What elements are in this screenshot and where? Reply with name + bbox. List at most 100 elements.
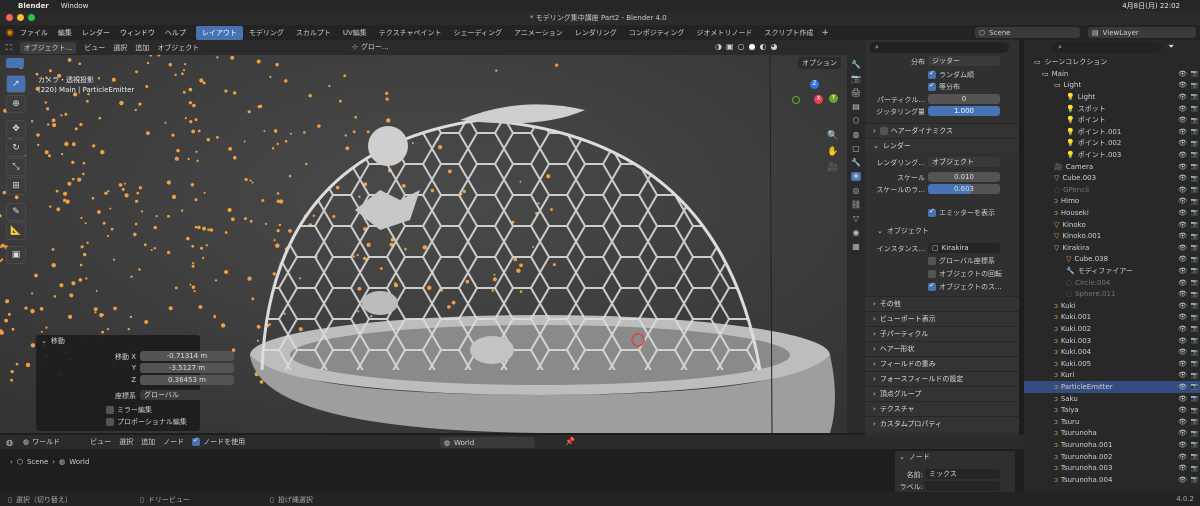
gizmo-neg-y[interactable] [792, 96, 800, 104]
outliner-row[interactable]: ↄ Kuki.005 👁 📷 [1024, 358, 1200, 370]
viewport-menu-add[interactable]: 追加 [135, 43, 149, 53]
editor-type-icon[interactable]: ◍ [6, 438, 13, 447]
even-distribution-option[interactable]: 等分布 [928, 81, 960, 92]
render-camera-icon[interactable]: 📷 [1191, 209, 1198, 216]
rendered-shading-icon[interactable]: ◕ [771, 42, 778, 51]
eye-icon[interactable]: 👁 [1178, 151, 1187, 159]
tab-sculpt[interactable]: スカルプト [290, 26, 337, 40]
outliner-row[interactable]: 💡 スポット 👁 📷 [1024, 103, 1200, 115]
measure-tool[interactable]: 📐 [6, 222, 26, 240]
render-camera-icon[interactable]: 📷 [1191, 453, 1198, 460]
render-camera-icon[interactable]: 📷 [1191, 302, 1198, 309]
eye-icon[interactable]: 👁 [1178, 302, 1187, 310]
eye-icon[interactable]: 👁 [1178, 232, 1187, 240]
eye-icon[interactable]: 👁 [1178, 209, 1187, 217]
outliner-row[interactable]: ↄ Kuki.003 👁 📷 [1024, 335, 1200, 347]
zoom-window-button[interactable] [28, 14, 35, 21]
eye-icon[interactable]: 👁 [1178, 139, 1187, 147]
outliner-row[interactable]: ◌ Sphere.011 👁 📷 [1024, 288, 1200, 300]
mirror-checkbox[interactable] [106, 406, 114, 414]
render-camera-icon[interactable]: 📷 [1191, 407, 1198, 414]
solid-shading-icon[interactable]: ● [749, 42, 756, 51]
viewport-menu-view[interactable]: ビュー [84, 43, 105, 53]
node-menu-view[interactable]: ビュー [90, 437, 111, 447]
object-scale-option[interactable]: オブジェクトのス... [928, 281, 1002, 292]
render-camera-icon[interactable]: 📷 [1191, 117, 1198, 124]
render-camera-icon[interactable]: 📷 [1191, 325, 1198, 332]
render-camera-icon[interactable]: 📷 [1191, 198, 1198, 205]
eye-icon[interactable]: 👁 [1178, 244, 1187, 252]
outliner-row[interactable]: ↄ Houseki 👁 📷 [1024, 207, 1200, 219]
scene-selector[interactable]: ⬡ Scene [975, 27, 1080, 38]
eye-icon[interactable]: 👁 [1178, 255, 1187, 263]
editor-type-icon[interactable]: ⛶ [6, 43, 12, 53]
world-tab-icon[interactable]: ◍ [853, 130, 860, 139]
material-shading-icon[interactable]: ◐ [760, 42, 767, 51]
properties-search[interactable]: ⌕ [869, 42, 1009, 53]
constraints-tab-icon[interactable]: ⛓ [851, 200, 861, 209]
tool-tab-icon[interactable]: 🔧 [851, 60, 861, 69]
outliner-row[interactable]: ↄ Tsurunoha.003 👁 📷 [1024, 462, 1200, 474]
outliner-row[interactable]: ◌ GPencil 👁 📷 [1024, 184, 1200, 196]
random-order-option[interactable]: ランダム順 [928, 69, 974, 80]
options-dropdown[interactable]: オプション [798, 57, 841, 69]
eye-icon[interactable]: 👁 [1178, 360, 1187, 368]
node-panel-header[interactable]: ⌄ ノード [895, 451, 1015, 462]
eye-icon[interactable]: 👁 [1178, 128, 1187, 136]
render-camera-icon[interactable]: 📷 [1191, 476, 1198, 483]
eye-icon[interactable]: 👁 [1178, 348, 1187, 356]
global-coords-checkbox[interactable] [928, 257, 936, 265]
outliner-row[interactable]: 💡 Light 👁 📷 [1024, 91, 1200, 103]
render-camera-icon[interactable]: 📷 [1191, 151, 1198, 158]
mode-dropdown[interactable]: オブジェクト... [19, 41, 77, 54]
object-rotation-checkbox[interactable] [928, 270, 936, 278]
orientation-dropdown[interactable]: グローバル [140, 390, 234, 400]
panel-children[interactable]: › 子パーティクル [865, 326, 1019, 341]
tab-animation[interactable]: アニメーション [508, 26, 569, 40]
global-coords-option[interactable]: グローバル座標系 [928, 256, 995, 266]
render-camera-icon[interactable]: 📷 [1191, 430, 1198, 437]
eye-icon[interactable]: 👁 [1178, 406, 1187, 414]
menu-window[interactable]: ウィンドウ [120, 28, 155, 38]
navigation-gizmo[interactable]: Z X Y [788, 80, 844, 130]
eye-icon[interactable]: 👁 [1178, 105, 1187, 113]
eye-icon[interactable]: 👁 [1178, 279, 1187, 287]
render-camera-icon[interactable]: 📷 [1191, 233, 1198, 240]
render-camera-icon[interactable]: 📷 [1191, 186, 1198, 193]
eye-icon[interactable]: 👁 [1178, 395, 1187, 403]
eye-icon[interactable]: 👁 [1178, 174, 1187, 182]
panel-custom-properties[interactable]: › カスタムプロパティ [865, 416, 1019, 431]
scene-collection-row[interactable]: ▭ シーンコレクション [1034, 57, 1107, 67]
redo-header[interactable]: ⌄ 移動 [36, 335, 200, 347]
gizmo-x-axis[interactable]: X [814, 95, 823, 104]
move-z-field[interactable]: 0.36453 m [140, 375, 234, 385]
cursor-tool[interactable]: ⊕ [6, 95, 26, 113]
data-tab-icon[interactable]: ▽ [853, 214, 859, 223]
eye-icon[interactable]: 👁 [1178, 441, 1187, 449]
eye-icon[interactable]: 👁 [1178, 197, 1187, 205]
even-distribution-checkbox[interactable] [928, 81, 936, 91]
add-workspace-icon[interactable]: + [821, 28, 829, 38]
render-camera-icon[interactable]: 📷 [1191, 244, 1198, 251]
select-box-tool[interactable]: ➚ [6, 75, 26, 93]
texture-tab-icon[interactable]: ▦ [852, 242, 860, 251]
use-nodes-option[interactable]: ノードを使用 [192, 436, 245, 447]
render-panel[interactable]: ⌄ レンダー [865, 138, 1019, 153]
outliner-row[interactable]: ↄ Kuri 👁 📷 [1024, 370, 1200, 382]
tab-texture-paint[interactable]: テクスチャペイント [373, 26, 448, 40]
render-camera-icon[interactable]: 📷 [1191, 279, 1198, 286]
tab-geometry-nodes[interactable]: ジオメトリノード [690, 26, 758, 40]
select-mode-icon[interactable] [6, 58, 24, 68]
eye-icon[interactable]: 👁 [1178, 313, 1187, 321]
menu-render[interactable]: レンダー [82, 28, 110, 38]
viewport-menu-object[interactable]: オブジェクト [157, 43, 199, 53]
outliner-row[interactable]: ▽ Kinoko 👁 📷 [1024, 219, 1200, 231]
menu-help[interactable]: ヘルプ [165, 28, 186, 38]
pan-hand-icon[interactable]: ✋ [826, 144, 840, 160]
eye-icon[interactable]: 👁 [1178, 383, 1187, 391]
transform-tool[interactable]: ⊞ [6, 177, 26, 195]
modifier-tab-icon[interactable]: 🔧 [851, 158, 861, 167]
use-nodes-checkbox[interactable] [192, 436, 201, 446]
move-y-field[interactable]: -3.5127 m [140, 363, 234, 373]
viewport-menu-select[interactable]: 選択 [113, 43, 127, 53]
